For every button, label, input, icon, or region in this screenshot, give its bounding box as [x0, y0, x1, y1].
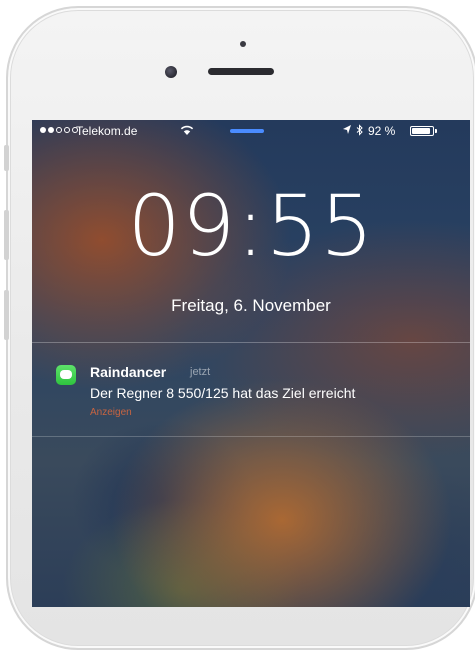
phone-frame: Telekom.de 92 % 09:55 Freitag, 6. Novemb…: [0, 0, 475, 650]
battery-level: [412, 128, 430, 134]
notification-app-name: Raindancer: [90, 364, 167, 380]
notification-time: jetzt: [190, 366, 211, 378]
lock-screen[interactable]: Telekom.de 92 % 09:55 Freitag, 6. Novemb…: [32, 120, 470, 607]
battery-nub: [435, 129, 437, 133]
notification-card[interactable]: Raindancer jetzt Der Regner 8 550/125 ha…: [32, 342, 470, 443]
front-camera-icon: [165, 66, 177, 78]
volume-down-button[interactable]: [4, 290, 9, 340]
signal-dot: [40, 127, 46, 133]
signal-strength-indicator: [40, 127, 78, 133]
speech-bubble-icon: [60, 370, 72, 379]
bluetooth-icon: [356, 124, 364, 139]
signal-dot: [64, 127, 70, 133]
volume-up-button[interactable]: [4, 210, 9, 260]
carrier-name: Telekom.de: [76, 124, 138, 138]
earpiece-speaker: [208, 68, 274, 75]
signal-dot: [56, 127, 62, 133]
wifi-icon: [180, 124, 194, 139]
mute-switch[interactable]: [4, 145, 9, 171]
now-playing-indicator: [230, 129, 264, 133]
battery-percentage: 92 %: [368, 124, 396, 138]
notification-divider: [32, 436, 470, 437]
battery-icon: [410, 126, 434, 136]
signal-dot: [48, 127, 54, 133]
notification-action-hint[interactable]: Anzeigen: [90, 407, 132, 418]
location-icon: [342, 124, 352, 139]
proximity-sensor: [240, 41, 246, 47]
lock-screen-date: Freitag, 6. November: [171, 296, 331, 315]
notification-message: Der Regner 8 550/125 hat das Ziel erreic…: [90, 385, 356, 401]
messages-icon: [56, 365, 76, 385]
status-bar: Telekom.de 92 %: [32, 120, 470, 142]
lock-screen-time: 09:55: [127, 177, 375, 275]
